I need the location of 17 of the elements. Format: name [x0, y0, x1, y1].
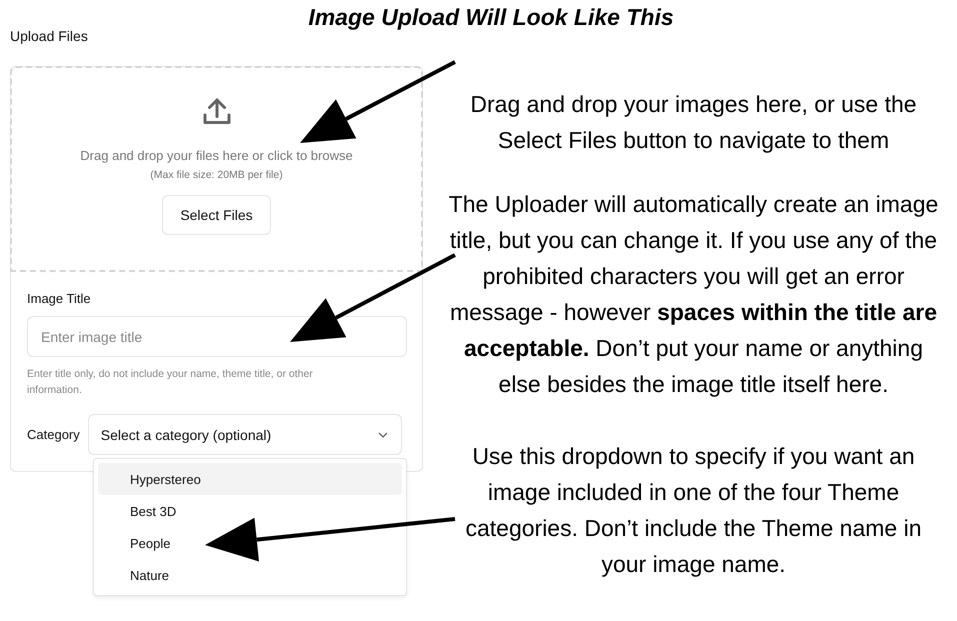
annotation-text: Drag and drop your images here, or use the Select Files button to navigate to them [469, 90, 918, 155]
dropdown-option[interactable]: Hyperstereo [98, 463, 402, 495]
form-title: Upload Files [10, 28, 89, 46]
dropdown-option[interactable]: Best 3D [98, 495, 402, 527]
annotation-text: The Uploader will automatically create an image title, but you can change it. If you use any of the prohibited characters you will get an error message - however spaces within the title are acceptable. Don’t put your name or anything else besides the image title itself here. [448, 190, 940, 399]
dropdown-option[interactable]: Nature [98, 559, 402, 591]
select-files-button[interactable]: Select Files [162, 195, 271, 235]
field-label: Image Title [27, 291, 92, 306]
dropzone-instruction: Drag and drop your files here or click to browse [80, 148, 353, 163]
image-title-field[interactable]: Enter image title [27, 316, 407, 357]
page-heading: Image Upload Will Look Like This [307, 4, 675, 31]
field-hint: Enter title only, do not include your name, theme title, or other information. [27, 367, 314, 398]
file-size-limit: (Max file size: 20MB per file) [150, 169, 283, 181]
dropdown-option[interactable]: People [98, 527, 402, 559]
field-label: Category [27, 427, 80, 442]
annotation-text: Use this dropdown to specify if you want an image included in one of the four Theme categories. Don’t include the Theme name in your image name. [464, 442, 922, 579]
category-select[interactable]: Select a category (optional) [88, 414, 402, 455]
